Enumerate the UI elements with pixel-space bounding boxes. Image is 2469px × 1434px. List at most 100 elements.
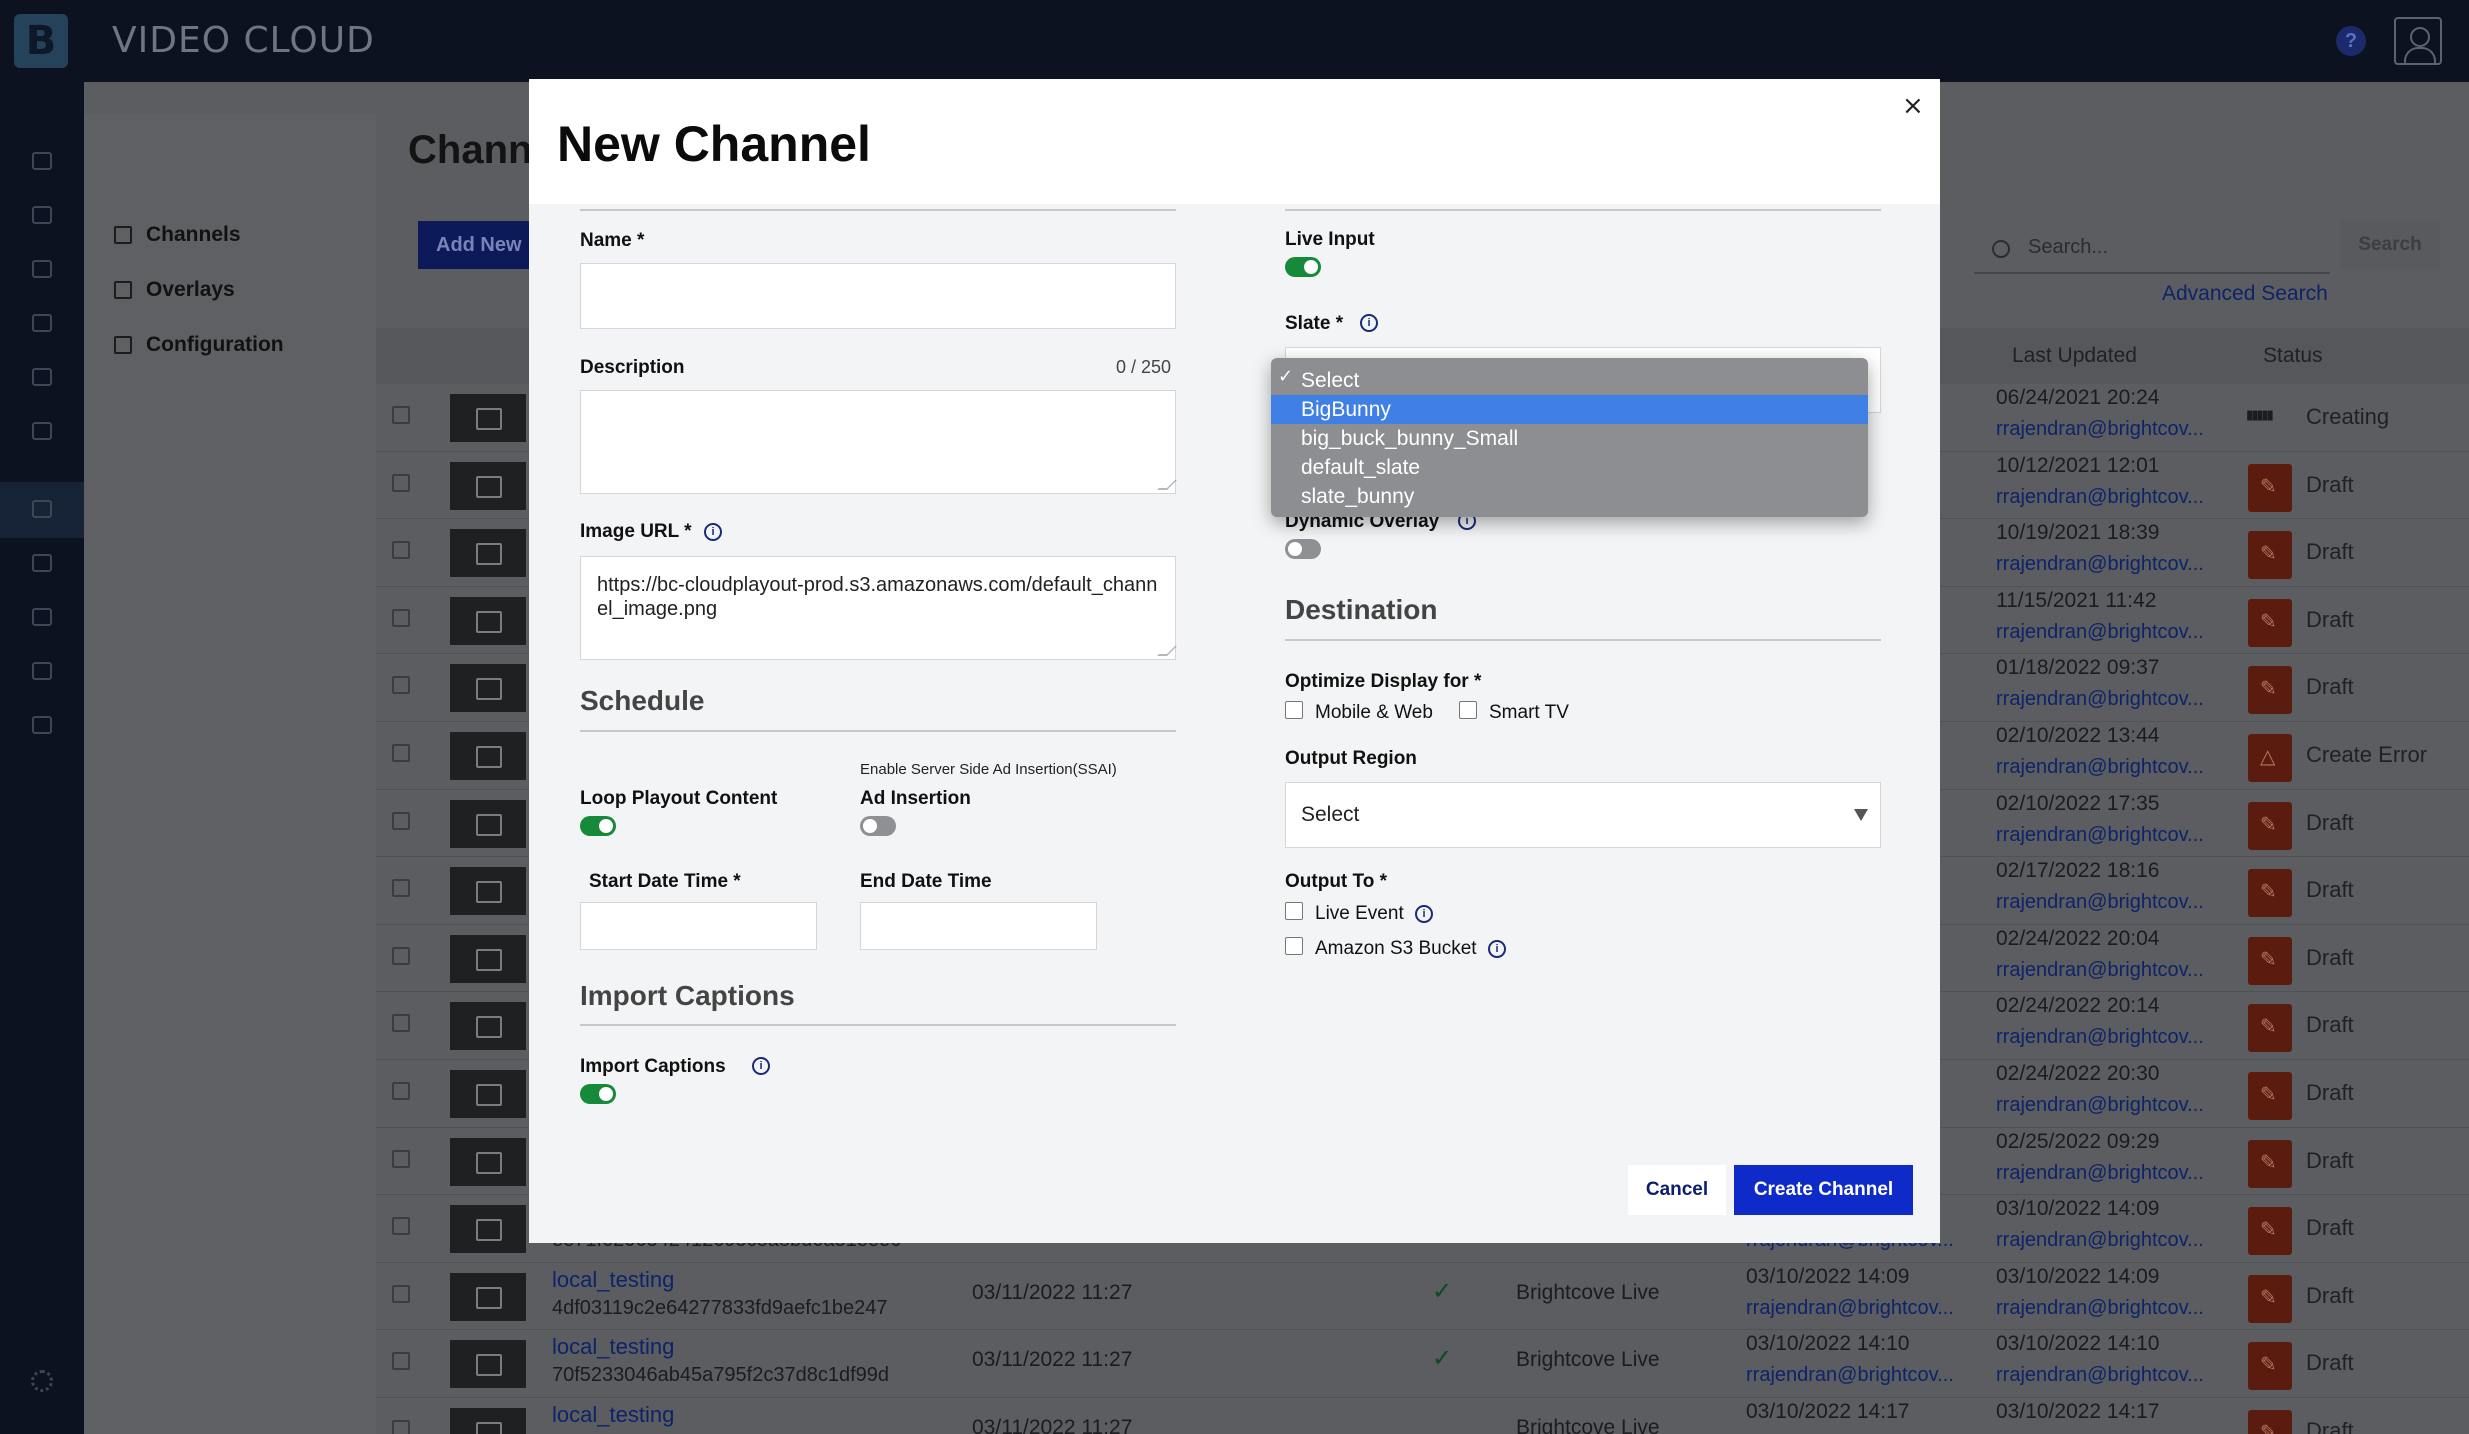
row-checkbox[interactable] (392, 1352, 410, 1371)
edit-icon[interactable] (2248, 1004, 2292, 1053)
row-checkbox[interactable] (392, 608, 410, 627)
row-checkbox[interactable] (392, 1217, 410, 1236)
edit-icon[interactable] (2248, 936, 2292, 985)
live-event-checkbox[interactable] (1285, 902, 1303, 920)
row-checkbox[interactable] (392, 811, 410, 830)
slate-option[interactable]: ✓ Select (1271, 366, 1868, 395)
channel-name-link[interactable]: local_testing (552, 1334, 674, 1360)
last-updated-date: 02/10/2022 13:44 (1996, 723, 2160, 747)
resize-handle-icon[interactable] (1157, 646, 1177, 656)
edit-icon[interactable] (2248, 1342, 2292, 1391)
help-icon[interactable]: ? (2336, 26, 2366, 56)
error-icon[interactable] (2248, 733, 2292, 782)
output-region-select[interactable]: Select (1285, 782, 1881, 848)
chevron-down-icon (1854, 809, 1868, 821)
edit-icon[interactable] (2248, 666, 2292, 715)
info-icon[interactable]: i (752, 1057, 770, 1075)
edit-icon[interactable] (2248, 463, 2292, 512)
audience-icon[interactable] (32, 716, 52, 734)
row-checkbox[interactable] (392, 1081, 410, 1100)
row-checkbox[interactable] (392, 743, 410, 762)
user-account-icon[interactable] (2394, 17, 2442, 65)
mobile-web-checkbox[interactable] (1285, 701, 1303, 719)
create-channel-button[interactable]: Create Channel (1734, 1165, 1913, 1215)
end-date-input[interactable] (860, 902, 1097, 950)
subnav-item-channels[interactable]: Channels (114, 220, 241, 250)
created-date: 03/11/2022 11:27 (972, 1415, 1133, 1434)
smart-tv-checkbox[interactable] (1459, 701, 1477, 719)
edit-icon[interactable] (2248, 1139, 2292, 1188)
media-icon[interactable] (32, 260, 52, 278)
updated-by: rrajendran@brightcov... (1996, 891, 2204, 914)
description-label: Description (580, 357, 685, 378)
search-input[interactable]: Search... (1974, 228, 2330, 274)
slate-option[interactable]: BigBunny (1271, 395, 1868, 424)
dynamic-overlay-toggle[interactable] (1285, 539, 1321, 559)
info-icon[interactable]: i (1360, 314, 1378, 332)
live-icon[interactable] (32, 368, 52, 386)
row-checkbox[interactable] (392, 1284, 410, 1303)
start-date-input[interactable] (580, 902, 817, 950)
subnav-item-overlays[interactable]: Overlays (114, 275, 235, 305)
loop-playout-label: Loop Playout Content (580, 788, 778, 809)
table-row[interactable]: local_testing 70f5233046ab45a795f2c37d8c1… (376, 1330, 2469, 1398)
channel-name-link[interactable]: local_testing (552, 1402, 674, 1428)
edit-icon[interactable] (2248, 869, 2292, 918)
live-input-toggle[interactable] (1285, 257, 1321, 277)
row-checkbox[interactable] (392, 1014, 410, 1033)
edit-icon[interactable] (2248, 801, 2292, 850)
slate-option[interactable]: slate_bunny (1271, 482, 1868, 511)
row-checkbox[interactable] (392, 406, 410, 424)
upload-icon[interactable] (32, 206, 52, 224)
subnav-item-configuration[interactable]: Configuration (114, 330, 284, 360)
channel-name-link[interactable]: local_testing (552, 1267, 674, 1293)
edit-icon[interactable] (2248, 598, 2292, 647)
edit-icon[interactable] (2248, 1409, 2292, 1434)
updated-by: rrajendran@brightcov... (1996, 620, 2204, 643)
analytics-icon[interactable] (32, 608, 52, 626)
slate-option[interactable]: default_slate (1271, 453, 1868, 482)
image-url-textarea[interactable]: https://bc-cloudplayout-prod.s3.amazonaw… (580, 556, 1177, 660)
description-textarea[interactable] (580, 390, 1177, 494)
table-row[interactable]: local_testing 4df03119c2e64277833fd9aefc1… (376, 1263, 2469, 1331)
brightcove-logo-icon[interactable]: B (14, 14, 68, 68)
edit-icon[interactable] (2248, 1274, 2292, 1323)
info-icon[interactable]: i (704, 523, 722, 541)
column-status[interactable]: Status (2263, 344, 2323, 368)
table-row[interactable]: local_testing 03/11/2022 11:27 Brightcove … (376, 1398, 2469, 1434)
row-checkbox[interactable] (392, 541, 410, 560)
slate-option[interactable]: big_buck_bunny_Small (1271, 424, 1868, 453)
s3-bucket-checkbox[interactable] (1285, 937, 1303, 955)
ad-insertion-toggle[interactable] (860, 816, 896, 836)
edit-icon[interactable] (2248, 531, 2292, 580)
row-checkbox[interactable] (392, 1149, 410, 1168)
studio-icon[interactable] (32, 314, 52, 332)
row-checkbox[interactable] (392, 879, 410, 898)
info-icon[interactable]: i (1488, 940, 1506, 958)
social-icon[interactable] (32, 554, 52, 572)
row-checkbox[interactable] (392, 946, 410, 965)
resize-handle-icon[interactable] (1157, 480, 1177, 490)
row-checkbox[interactable] (392, 1419, 410, 1434)
row-checkbox[interactable] (392, 473, 410, 492)
settings-gear-icon[interactable] (31, 1370, 53, 1392)
edit-icon[interactable] (2248, 1207, 2292, 1256)
search-button[interactable]: Search (2340, 221, 2440, 269)
last-updated-date: 01/18/2022 09:37 (1996, 656, 2160, 680)
players-icon[interactable] (32, 422, 52, 440)
gallery-icon[interactable] (32, 662, 52, 680)
home-icon[interactable] (32, 152, 52, 170)
name-input[interactable] (580, 263, 1176, 329)
cancel-button[interactable]: Cancel (1628, 1165, 1726, 1215)
cloud-playout-icon[interactable] (32, 500, 52, 518)
loop-playout-toggle[interactable] (580, 816, 616, 836)
advanced-search-link[interactable]: Advanced Search (2162, 282, 2328, 306)
edit-icon[interactable] (2248, 1071, 2292, 1120)
close-icon[interactable]: × (1902, 91, 1924, 121)
info-icon[interactable]: i (1415, 905, 1433, 923)
column-last-updated[interactable]: Last Updated (2012, 344, 2137, 368)
last-updated-date: 02/24/2022 20:04 (1996, 926, 2160, 950)
import-captions-toggle[interactable] (580, 1084, 616, 1104)
row-checkbox[interactable] (392, 676, 410, 695)
add-new-button[interactable]: Add New (418, 221, 530, 269)
